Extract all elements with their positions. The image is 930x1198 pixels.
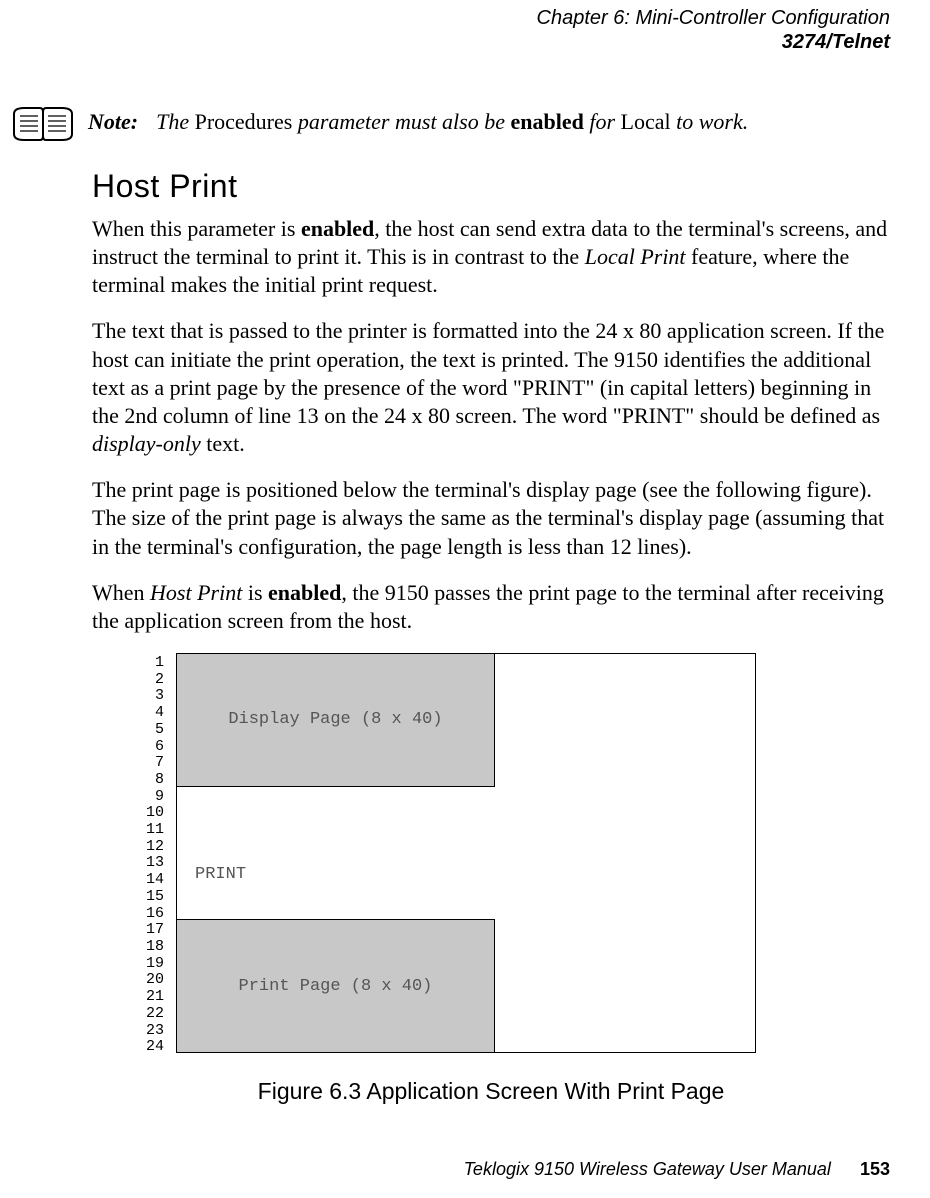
footer-page-number: 153: [860, 1159, 890, 1179]
note-text: Note: The Procedures parameter must also …: [88, 108, 748, 136]
page: Chapter 6: Mini-Controller Configuration…: [0, 0, 930, 1198]
line-numbers: 1 2 3 4 5 6 7 8 9 10 11 12 13 14 15 16 1…: [146, 653, 164, 1056]
figure-grid: 1 2 3 4 5 6 7 8 9 10 11 12 13 14 15 16 1…: [146, 653, 890, 1056]
print-keyword: PRINT: [195, 865, 246, 884]
header-section: 3274/Telnet: [537, 30, 891, 54]
note-frag-1: The: [156, 109, 195, 134]
note-local: Local: [621, 109, 671, 134]
paragraph-4: When Host Print is enabled, the 9150 pas…: [92, 579, 890, 635]
book-icon: [12, 104, 74, 146]
p4-c: is: [242, 580, 268, 605]
print-page-label: Print Page (8 x 40): [239, 977, 433, 996]
note-block: Note: The Procedures parameter must also …: [12, 108, 890, 146]
note-frag-7: to work.: [671, 109, 749, 134]
body-column: Host Print When this parameter is enable…: [92, 158, 890, 1105]
display-page-box: Display Page (8 x 40): [177, 654, 495, 787]
page-footer: Teklogix 9150 Wireless Gateway User Manu…: [464, 1159, 890, 1180]
paragraph-2: The text that is passed to the printer i…: [92, 317, 890, 458]
note-enabled: enabled: [511, 109, 584, 134]
display-page-label: Display Page (8 x 40): [228, 710, 442, 729]
p1-enabled: enabled: [301, 216, 374, 241]
p2-a: The text that is passed to the printer i…: [92, 318, 884, 427]
p4-a: When: [92, 580, 150, 605]
paragraph-1: When this parameter is enabled, the host…: [92, 215, 890, 299]
note-frag-5: for: [584, 109, 621, 134]
p4-host-print: Host Print: [150, 580, 242, 605]
p2-c: text.: [201, 431, 245, 456]
header-chapter: Chapter 6: Mini-Controller Configuration: [537, 6, 891, 30]
p4-enabled: enabled: [268, 580, 341, 605]
section-heading: Host Print: [92, 168, 890, 205]
screen-frame: Display Page (8 x 40) PRINT Print Page (…: [176, 653, 756, 1053]
note-frag-3: parameter must also be: [292, 109, 510, 134]
note-procedures: Procedures: [195, 109, 293, 134]
running-header: Chapter 6: Mini-Controller Configuration…: [537, 6, 891, 54]
p1-local-print: Local Print: [585, 244, 686, 269]
note-label: Note:: [88, 109, 138, 134]
p2-display-only: display-only: [92, 431, 201, 456]
p1-a: When this parameter is: [92, 216, 301, 241]
print-page-box: Print Page (8 x 40): [177, 919, 495, 1052]
footer-manual: Teklogix 9150 Wireless Gateway User Manu…: [464, 1159, 831, 1179]
figure-6-3: 1 2 3 4 5 6 7 8 9 10 11 12 13 14 15 16 1…: [146, 653, 890, 1105]
figure-caption: Figure 6.3 Application Screen With Print…: [92, 1078, 890, 1105]
paragraph-3: The print page is positioned below the t…: [92, 476, 890, 560]
